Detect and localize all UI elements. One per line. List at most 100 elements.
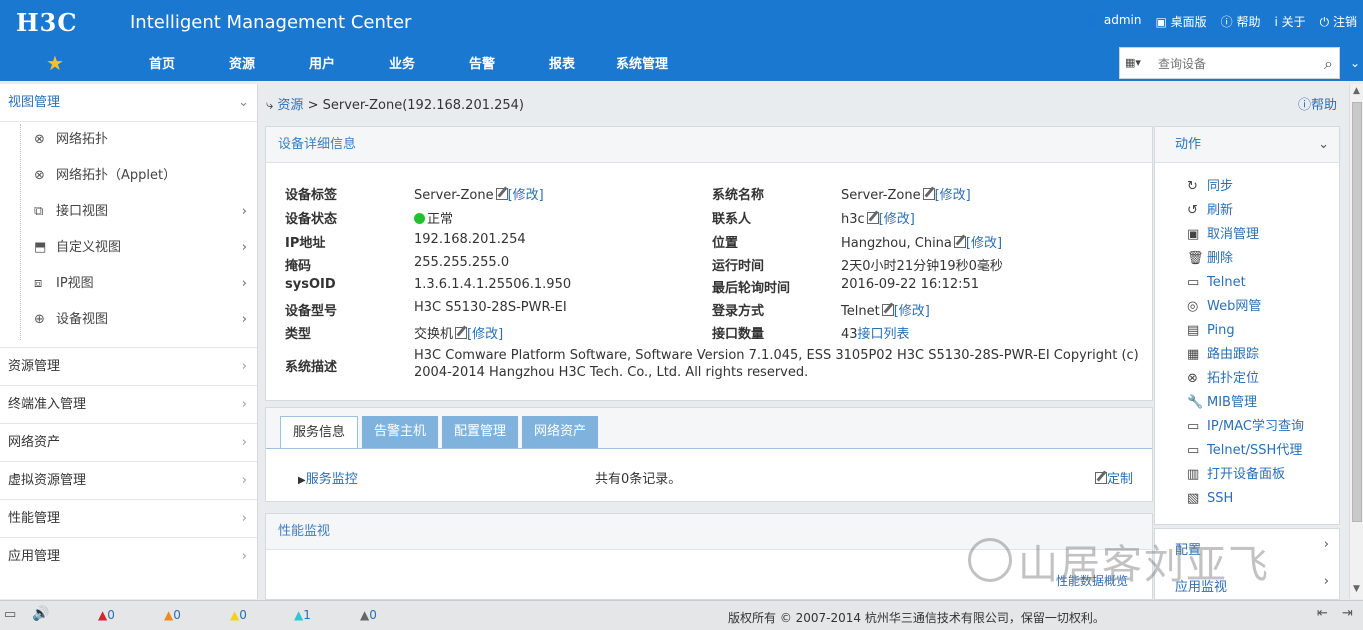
expand-left-icon[interactable]: ⇤ [1317,606,1328,621]
action-sync[interactable]: ↻ 同步 [1155,175,1339,199]
scroll-up-icon[interactable]: ▲ [1353,86,1360,96]
edit-icon[interactable] [881,304,894,316]
action-telnet-ssh-proxy[interactable]: ▭ Telnet/SSH代理 [1155,439,1339,463]
nav-service[interactable]: 业务 [362,53,442,72]
desktop-label: 桌面版 [1170,15,1207,29]
action-open-panel[interactable]: ▥ 打开设备面板 [1155,463,1339,487]
tab-network-assets[interactable]: 网络资产 [522,416,599,448]
expand-right-icon[interactable]: ⇥ [1342,606,1353,621]
help-link[interactable]: ⓘ帮助 [1298,94,1337,113]
about-link[interactable]: ⅰ 关于 [1275,13,1306,30]
alarm-minor[interactable]: ▲0 [230,608,247,622]
service-monitor-link[interactable]: 服务监控 [306,472,358,487]
action-web[interactable]: ◎ Web网管 [1155,295,1339,319]
edit-device-tag-link[interactable]: [修改] [508,188,544,203]
alarm-count: 0 [107,608,115,622]
status-window-icon[interactable]: ▭ [4,607,16,622]
sidebar-item-topology-applet[interactable]: ⊗ 网络拓扑（Applet） [0,158,257,194]
sidebar-group-endpoint[interactable]: 终端准入管理 › [0,385,257,423]
scroll-down-icon[interactable]: ▼ [1353,584,1360,594]
sidebar-item-topology[interactable]: ⊗ 网络拓扑 [0,122,257,158]
edit-type-link[interactable]: [修改] [467,327,503,342]
logout-link[interactable]: ⏻ 注销 [1320,13,1357,30]
sidebar-item-ip-view[interactable]: ⧈ IP视图 › [0,266,257,302]
type-text: 交换机 [414,327,454,342]
sidebar-group-virtual[interactable]: 虚拟资源管理 › [0,461,257,499]
group-label: 网络资产 [8,435,61,450]
sidebar-item-device-view[interactable]: ⊕ 设备视图 › [0,302,257,338]
edit-location-link[interactable]: [修改] [966,236,1002,251]
edit-icon[interactable] [922,188,935,200]
record-count: 共有0条记录。 [595,472,682,487]
sidebar-group-resource[interactable]: 资源管理 › [0,347,257,385]
alarm-warning[interactable]: ▲1 [294,608,311,622]
chevron-right-icon: › [241,276,247,291]
copyright: 版权所有 © 2007-2014 杭州华三通信技术有限公司，保留一切权利。 [728,611,1105,625]
sidebar-group-application[interactable]: 应用管理 › [0,537,257,575]
sidebar-item-interface-view[interactable]: ⧉ 接口视图 › [0,194,257,230]
vertical-scrollbar[interactable]: ▲ ▼ [1349,84,1363,599]
edit-icon[interactable] [866,212,879,224]
nav-report[interactable]: 报表 [522,53,602,72]
sidebar-item-label: 网络拓扑（Applet） [56,168,177,183]
edit-icon[interactable] [455,327,468,339]
help-top-label: 帮助 [1236,15,1261,29]
tab-service-info[interactable]: 服务信息 [280,416,359,448]
sidebar-group-performance[interactable]: 性能管理 › [0,499,257,537]
customize-link[interactable]: 定制 [1093,468,1133,487]
edit-icon[interactable] [495,188,508,200]
desktop-link[interactable]: ▣ 桌面版 [1155,13,1206,30]
sound-icon[interactable]: 🔊 [32,606,49,622]
help-icon: ⓘ [1297,98,1311,113]
edit-login-link[interactable]: [修改] [894,304,930,319]
chevron-down-icon: ⌄ [238,95,249,110]
search-icon[interactable]: ⌕ [1324,54,1333,74]
sidebar-group-assets[interactable]: 网络资产 › [0,423,257,461]
action-unmanage[interactable]: ▣ 取消管理 [1155,223,1339,247]
tab-alarm-host[interactable]: 告警主机 [362,416,439,448]
action-traceroute[interactable]: ▦ 路由跟踪 [1155,343,1339,367]
traceroute-icon: ▦ [1187,347,1200,362]
device-type-dropdown-icon[interactable]: ▦▾ [1125,56,1141,69]
nav-resource[interactable]: 资源 [202,53,282,72]
sidebar-view-management[interactable]: 视图管理 ⌄ [0,84,257,122]
breadcrumb-resource-link[interactable]: 资源 [277,98,303,113]
actions-head[interactable]: 动作 ⌄ [1155,127,1339,163]
user-link[interactable]: 👤 admin [1085,13,1141,30]
sidebar-item-custom-view[interactable]: ⬒ 自定义视图 › [0,230,257,266]
edit-contact-link[interactable]: [修改] [879,212,915,227]
action-telnet[interactable]: ▭ Telnet [1155,271,1339,295]
favorite-star-icon[interactable]: ★ [46,51,64,75]
help-top-link[interactable]: ⓘ 帮助 [1221,13,1261,30]
collapse-header-icon[interactable]: ⌄ [1350,56,1360,70]
nav-user[interactable]: 用户 [282,53,362,72]
search-input[interactable] [1158,54,1308,74]
action-ssh[interactable]: ▧ SSH [1155,487,1339,511]
action-mib[interactable]: 🔧 MIB管理 [1155,391,1339,415]
alarm-major[interactable]: ▲0 [164,608,181,622]
ipmac-icon: ▭ [1187,419,1200,434]
nav-alarm[interactable]: 告警 [442,53,522,72]
action-topology-locate[interactable]: ⊗ 拓扑定位 [1155,367,1339,391]
group-label: 应用管理 [8,549,61,564]
action-ipmac[interactable]: ▭ IP/MAC学习查询 [1155,415,1339,439]
action-delete[interactable]: 🗑 删除 [1155,247,1339,271]
refresh-icon: ↺ [1187,203,1198,218]
topology-icon: ⊗ [34,132,45,147]
service-monitor-row: ▶服务监控 [298,468,358,487]
alarm-info[interactable]: ▲0 [360,608,377,622]
tab-config-management[interactable]: 配置管理 [442,416,519,448]
scroll-thumb[interactable] [1352,102,1362,522]
action-refresh[interactable]: ↺ 刷新 [1155,199,1339,223]
edit-sysname-link[interactable]: [修改] [935,188,971,203]
alarm-critical[interactable]: ▲0 [98,608,115,622]
expand-triangle-icon[interactable]: ▶ [298,475,306,486]
nav-home[interactable]: 首页 [122,53,202,72]
action-ping[interactable]: ▤ Ping [1155,319,1339,343]
edit-icon[interactable] [953,236,966,248]
user-name: admin [1103,13,1142,27]
nav-system[interactable]: 系统管理 [602,53,682,72]
web-icon: ◎ [1187,299,1199,314]
sidebar-item-label: 自定义视图 [56,240,122,255]
interface-list-link[interactable]: 接口列表 [858,327,910,342]
